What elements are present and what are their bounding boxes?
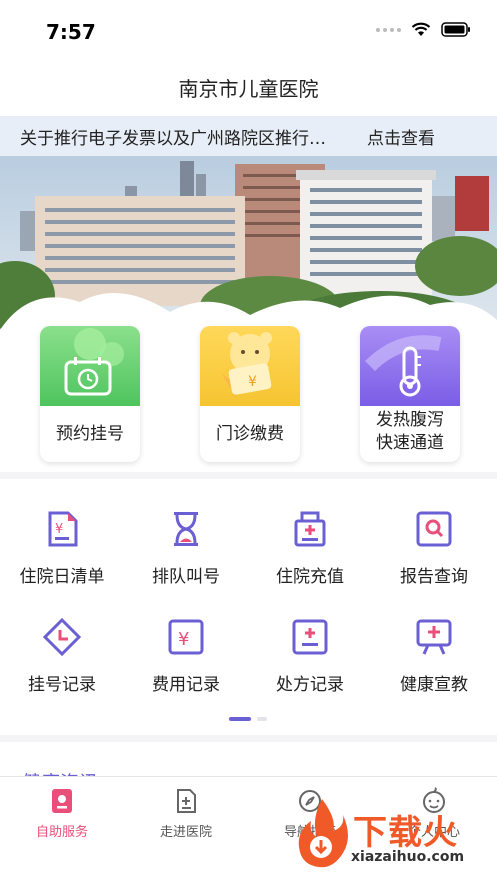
tab-label: 自助服务 [35,825,88,840]
battery-icon [441,22,470,37]
clinic-payment-card[interactable]: ¥ 门诊缴费 [200,326,300,462]
grid-label: 排队叫号 [152,567,220,587]
fever-channel-card[interactable]: 发热腹泻 快速通道 [360,326,460,462]
report-search-icon [416,511,452,547]
quick-entry-section: 预约挂号 ¥ 门诊缴费 发热腹泻 快速通道 [0,290,497,472]
svg-text:¥: ¥ [248,374,257,390]
watermark-url: xiazaihuo.com [351,849,465,865]
flame-logo-icon [298,799,348,868]
clock-diamond-icon [42,617,82,657]
grid-label: 报告查询 [400,567,468,587]
status-time: 7:57 [46,20,96,44]
signal-icon [376,27,401,32]
grid-item-prescription-record[interactable]: 处方记录 [248,617,372,712]
grid-item-inpatient-recharge[interactable]: 住院充值 [248,509,372,604]
notice-view-link[interactable]: 点击查看 [367,124,435,149]
bill-icon: ¥ [48,511,78,547]
svg-text:¥: ¥ [55,522,63,537]
yen-box-icon: ¥ [168,619,204,655]
grid-label: 处方记录 [276,675,344,695]
grid-item-expense-record[interactable]: ¥ 费用记录 [124,617,248,712]
svg-text:¥: ¥ [178,629,189,650]
download-watermark: 下载火 xiazaihuo.com [293,795,489,875]
calendar-clock-icon [64,328,124,396]
grid-label: 费用记录 [152,675,220,695]
grid-label: 住院充值 [276,567,344,587]
appointment-label: 预约挂号 [56,424,124,444]
tab-about-hospital[interactable]: 走进医院 [124,787,248,840]
appointment-card[interactable]: 预约挂号 [40,326,140,462]
hospital-doc-icon [177,789,196,813]
grid-label: 健康宣教 [400,675,468,695]
tab-self-service[interactable]: 自助服务 [0,787,124,840]
easel-icon [416,619,452,655]
app-screen: 7:57 南京市儿童医院 关于推行电子发票以及广州路院区推行… 点击查看 预约挂… [0,0,497,883]
grid-item-daily-bill[interactable]: ¥ 住院日清单 [0,509,124,604]
notice-bar[interactable]: 关于推行电子发票以及广州路院区推行… 点击查看 [0,116,497,156]
prescription-icon [292,619,328,655]
tab-label: 走进医院 [159,825,212,840]
bear-coin-icon: ¥ [222,332,272,398]
watermark-text: 下载火 [353,813,458,853]
grid-item-registration-record[interactable]: 挂号记录 [0,617,124,712]
page-indicator [229,717,267,721]
fever-channel-label: 发热腹泻 快速通道 [360,406,460,455]
service-grid: ¥ 住院日清单 排队叫号 住院充值 报告查询 挂号记录 ¥ 费用记录 处方记录 … [0,479,497,735]
page-dot-active [229,717,251,721]
grid-label: 住院日清单 [19,567,105,587]
grid-item-queue[interactable]: 排队叫号 [124,509,248,604]
clinic-payment-label: 门诊缴费 [216,424,284,444]
notice-text[interactable]: 关于推行电子发票以及广州路院区推行… [20,124,345,149]
navigation-bar: 南京市儿童医院 [0,62,497,116]
grid-item-report-query[interactable]: 报告查询 [372,509,496,604]
grid-item-health-education[interactable]: 健康宣教 [372,617,496,712]
thermometer-icon [365,335,442,397]
status-icons [376,22,471,37]
wifi-icon [411,22,431,36]
grid-label: 挂号记录 [28,675,96,695]
self-service-icon [52,789,72,813]
hourglass-icon [174,512,198,546]
fever-channel-label-line1: 发热腹泻 [376,410,444,430]
fever-channel-label-line2: 快速通道 [376,433,444,453]
page-dot [257,717,267,721]
recharge-icon [294,511,326,547]
status-bar: 7:57 [0,0,497,62]
page-title: 南京市儿童医院 [178,77,319,101]
